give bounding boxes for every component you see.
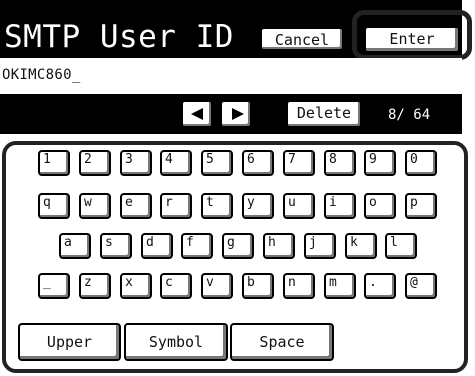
page-title: SMTP User ID (4, 19, 234, 55)
delete-button[interactable]: Delete (286, 100, 362, 128)
key-row1-0[interactable]: 1 (38, 150, 70, 176)
key-row3-6[interactable]: j (304, 233, 336, 259)
key-row3-7[interactable]: k (345, 233, 377, 259)
key-row3-1[interactable]: s (100, 233, 132, 259)
key-row2-9[interactable]: p (405, 193, 437, 219)
key-row1-4[interactable]: 5 (201, 150, 233, 176)
cancel-button[interactable]: Cancel (260, 27, 344, 51)
key-row1-6[interactable]: 7 (283, 150, 315, 176)
edit-toolbar: Delete 8/ 64 (0, 94, 462, 134)
key-row1-1[interactable]: 2 (79, 150, 111, 176)
key-row1-2[interactable]: 3 (120, 150, 152, 176)
left-arrow-icon (191, 108, 203, 120)
key-row1-3[interactable]: 4 (160, 150, 192, 176)
cursor-right-button[interactable] (220, 100, 252, 128)
character-counter: 8/ 64 (388, 107, 431, 123)
key-row3-5[interactable]: h (263, 233, 295, 259)
symbol-key[interactable]: Symbol (124, 323, 228, 361)
text-cursor: _ (71, 67, 81, 83)
key-row4-8[interactable]: . (364, 273, 396, 299)
key-row1-9[interactable]: 0 (405, 150, 437, 176)
key-row2-2[interactable]: e (120, 193, 152, 219)
key-row3-3[interactable]: f (181, 233, 213, 259)
input-value: OKIMC860 (2, 67, 72, 83)
key-row4-4[interactable]: v (201, 273, 233, 299)
key-row3-2[interactable]: d (141, 233, 173, 259)
enter-highlight-callout (352, 10, 472, 60)
key-row1-8[interactable]: 9 (364, 150, 396, 176)
key-row3-0[interactable]: a (59, 233, 91, 259)
upper-key[interactable]: Upper (18, 323, 121, 361)
input-field[interactable]: OKIMC860_ (0, 58, 462, 94)
key-row4-2[interactable]: x (120, 273, 152, 299)
key-row3-4[interactable]: g (222, 233, 254, 259)
input-text: OKIMC860_ (2, 66, 80, 84)
key-row2-4[interactable]: t (201, 193, 233, 219)
key-row2-0[interactable]: q (38, 193, 70, 219)
key-row2-8[interactable]: o (364, 193, 396, 219)
key-row2-5[interactable]: y (242, 193, 274, 219)
key-row4-6[interactable]: n (283, 273, 315, 299)
key-row4-7[interactable]: m (324, 273, 356, 299)
key-row2-6[interactable]: u (283, 193, 315, 219)
key-row1-5[interactable]: 6 (242, 150, 274, 176)
key-row4-0[interactable]: _ (38, 273, 70, 299)
cursor-left-button[interactable] (181, 100, 213, 128)
key-row3-8[interactable]: l (385, 233, 417, 259)
space-key[interactable]: Space (230, 323, 334, 361)
key-row2-1[interactable]: w (79, 193, 111, 219)
key-row4-9[interactable]: @ (405, 273, 437, 299)
key-row2-7[interactable]: i (324, 193, 356, 219)
key-row4-3[interactable]: c (160, 273, 192, 299)
key-row1-7[interactable]: 8 (324, 150, 356, 176)
key-row4-5[interactable]: b (242, 273, 274, 299)
key-row4-1[interactable]: z (79, 273, 111, 299)
key-row2-3[interactable]: r (160, 193, 192, 219)
right-arrow-icon (232, 108, 244, 120)
